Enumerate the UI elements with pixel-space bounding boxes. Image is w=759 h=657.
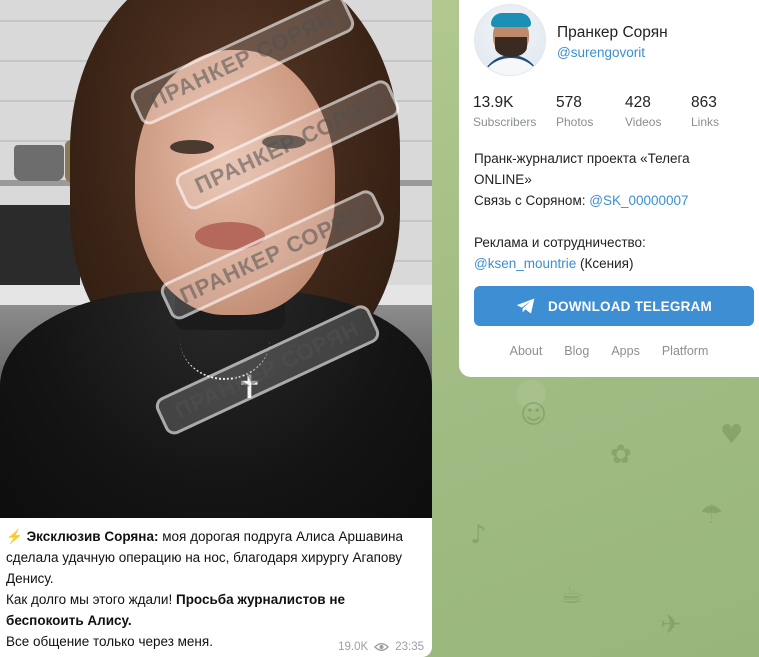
doodle-icon: ✈ — [660, 610, 682, 640]
stat-subscribers: 13.9K Subscribers — [473, 94, 556, 129]
doodle-icon: ♥ — [720, 420, 744, 450]
post-caption: ⚡ Эксклюзив Соряна: моя дорогая подруга … — [0, 518, 432, 652]
stat-links[interactable]: 863 Links — [691, 94, 759, 129]
ads-contact-link[interactable]: @ksen_mountrie — [474, 256, 576, 271]
footer-link-apps[interactable]: Apps — [611, 344, 640, 358]
stat-value: 428 — [625, 94, 651, 111]
doodle-icon: ☕ — [560, 580, 584, 610]
caption-lead-bold: Эксклюзив Соряна: — [26, 529, 159, 544]
channel-card: Пранкер Сорян @surengovorit 13.9K Subscr… — [459, 0, 759, 377]
stat-value: 13.9K — [473, 94, 514, 111]
download-telegram-button[interactable]: DOWNLOAD TELEGRAM — [474, 286, 754, 326]
footer-link-blog[interactable]: Blog — [564, 344, 589, 358]
post-time: 23:35 — [395, 641, 424, 653]
stat-label: Subscribers — [473, 115, 537, 129]
lightning-icon: ⚡ — [6, 529, 23, 544]
ads-label: Реклама и сотрудничество: — [474, 235, 646, 250]
telegram-plane-icon — [516, 298, 535, 314]
stat-photos[interactable]: 578 Photos — [556, 94, 625, 129]
post-meta: 19.0K 23:35 — [338, 641, 424, 653]
footer-link-about[interactable]: About — [510, 344, 543, 358]
stat-label: Links — [691, 115, 720, 129]
channel-name: Пранкер Сорян — [557, 24, 668, 41]
contact-link[interactable]: @SK_00000007 — [589, 193, 688, 208]
channel-stats: 13.9K Subscribers 578 Photos 428 Videos … — [473, 94, 759, 129]
contact-label: Связь с Соряном: — [474, 193, 590, 208]
download-button-label: DOWNLOAD TELEGRAM — [548, 298, 712, 314]
message-post: ✝ ПРАНКЕР СОРЯН ПРАНКЕР СОРЯН ПРАНКЕР СО… — [0, 0, 432, 657]
footer-links: About Blog Apps Platform — [459, 344, 759, 358]
ads-contact-suffix: (Ксения) — [576, 256, 634, 271]
description-line: Пранк-журналист проекта «Телега ONLINE» — [474, 151, 690, 187]
stat-label: Photos — [556, 115, 594, 129]
eye-icon — [374, 643, 390, 651]
view-count: 19.0K — [338, 641, 369, 653]
channel-handle-link[interactable]: @surengovorit — [557, 45, 645, 60]
channel-description: Пранк-журналист проекта «Телега ONLINE» … — [474, 148, 749, 274]
stat-value: 863 — [691, 94, 717, 111]
channel-avatar[interactable] — [474, 4, 546, 76]
post-photo[interactable]: ✝ ПРАНКЕР СОРЯН ПРАНКЕР СОРЯН ПРАНКЕР СО… — [0, 0, 432, 518]
stat-videos[interactable]: 428 Videos — [625, 94, 691, 129]
doodle-icon: ☂ — [700, 500, 724, 530]
doodle-icon: ✿ — [610, 440, 632, 470]
footer-link-platform[interactable]: Platform — [662, 344, 709, 358]
caption-line2-text: Как долго мы этого ждали! — [6, 592, 176, 607]
stat-value: 578 — [556, 94, 582, 111]
caption-line3-text: Все общение только через меня. — [6, 634, 213, 649]
stat-label: Videos — [625, 115, 662, 129]
doodle-icon: ♪ — [470, 520, 487, 550]
doodle-icon: ☺ — [520, 400, 548, 430]
